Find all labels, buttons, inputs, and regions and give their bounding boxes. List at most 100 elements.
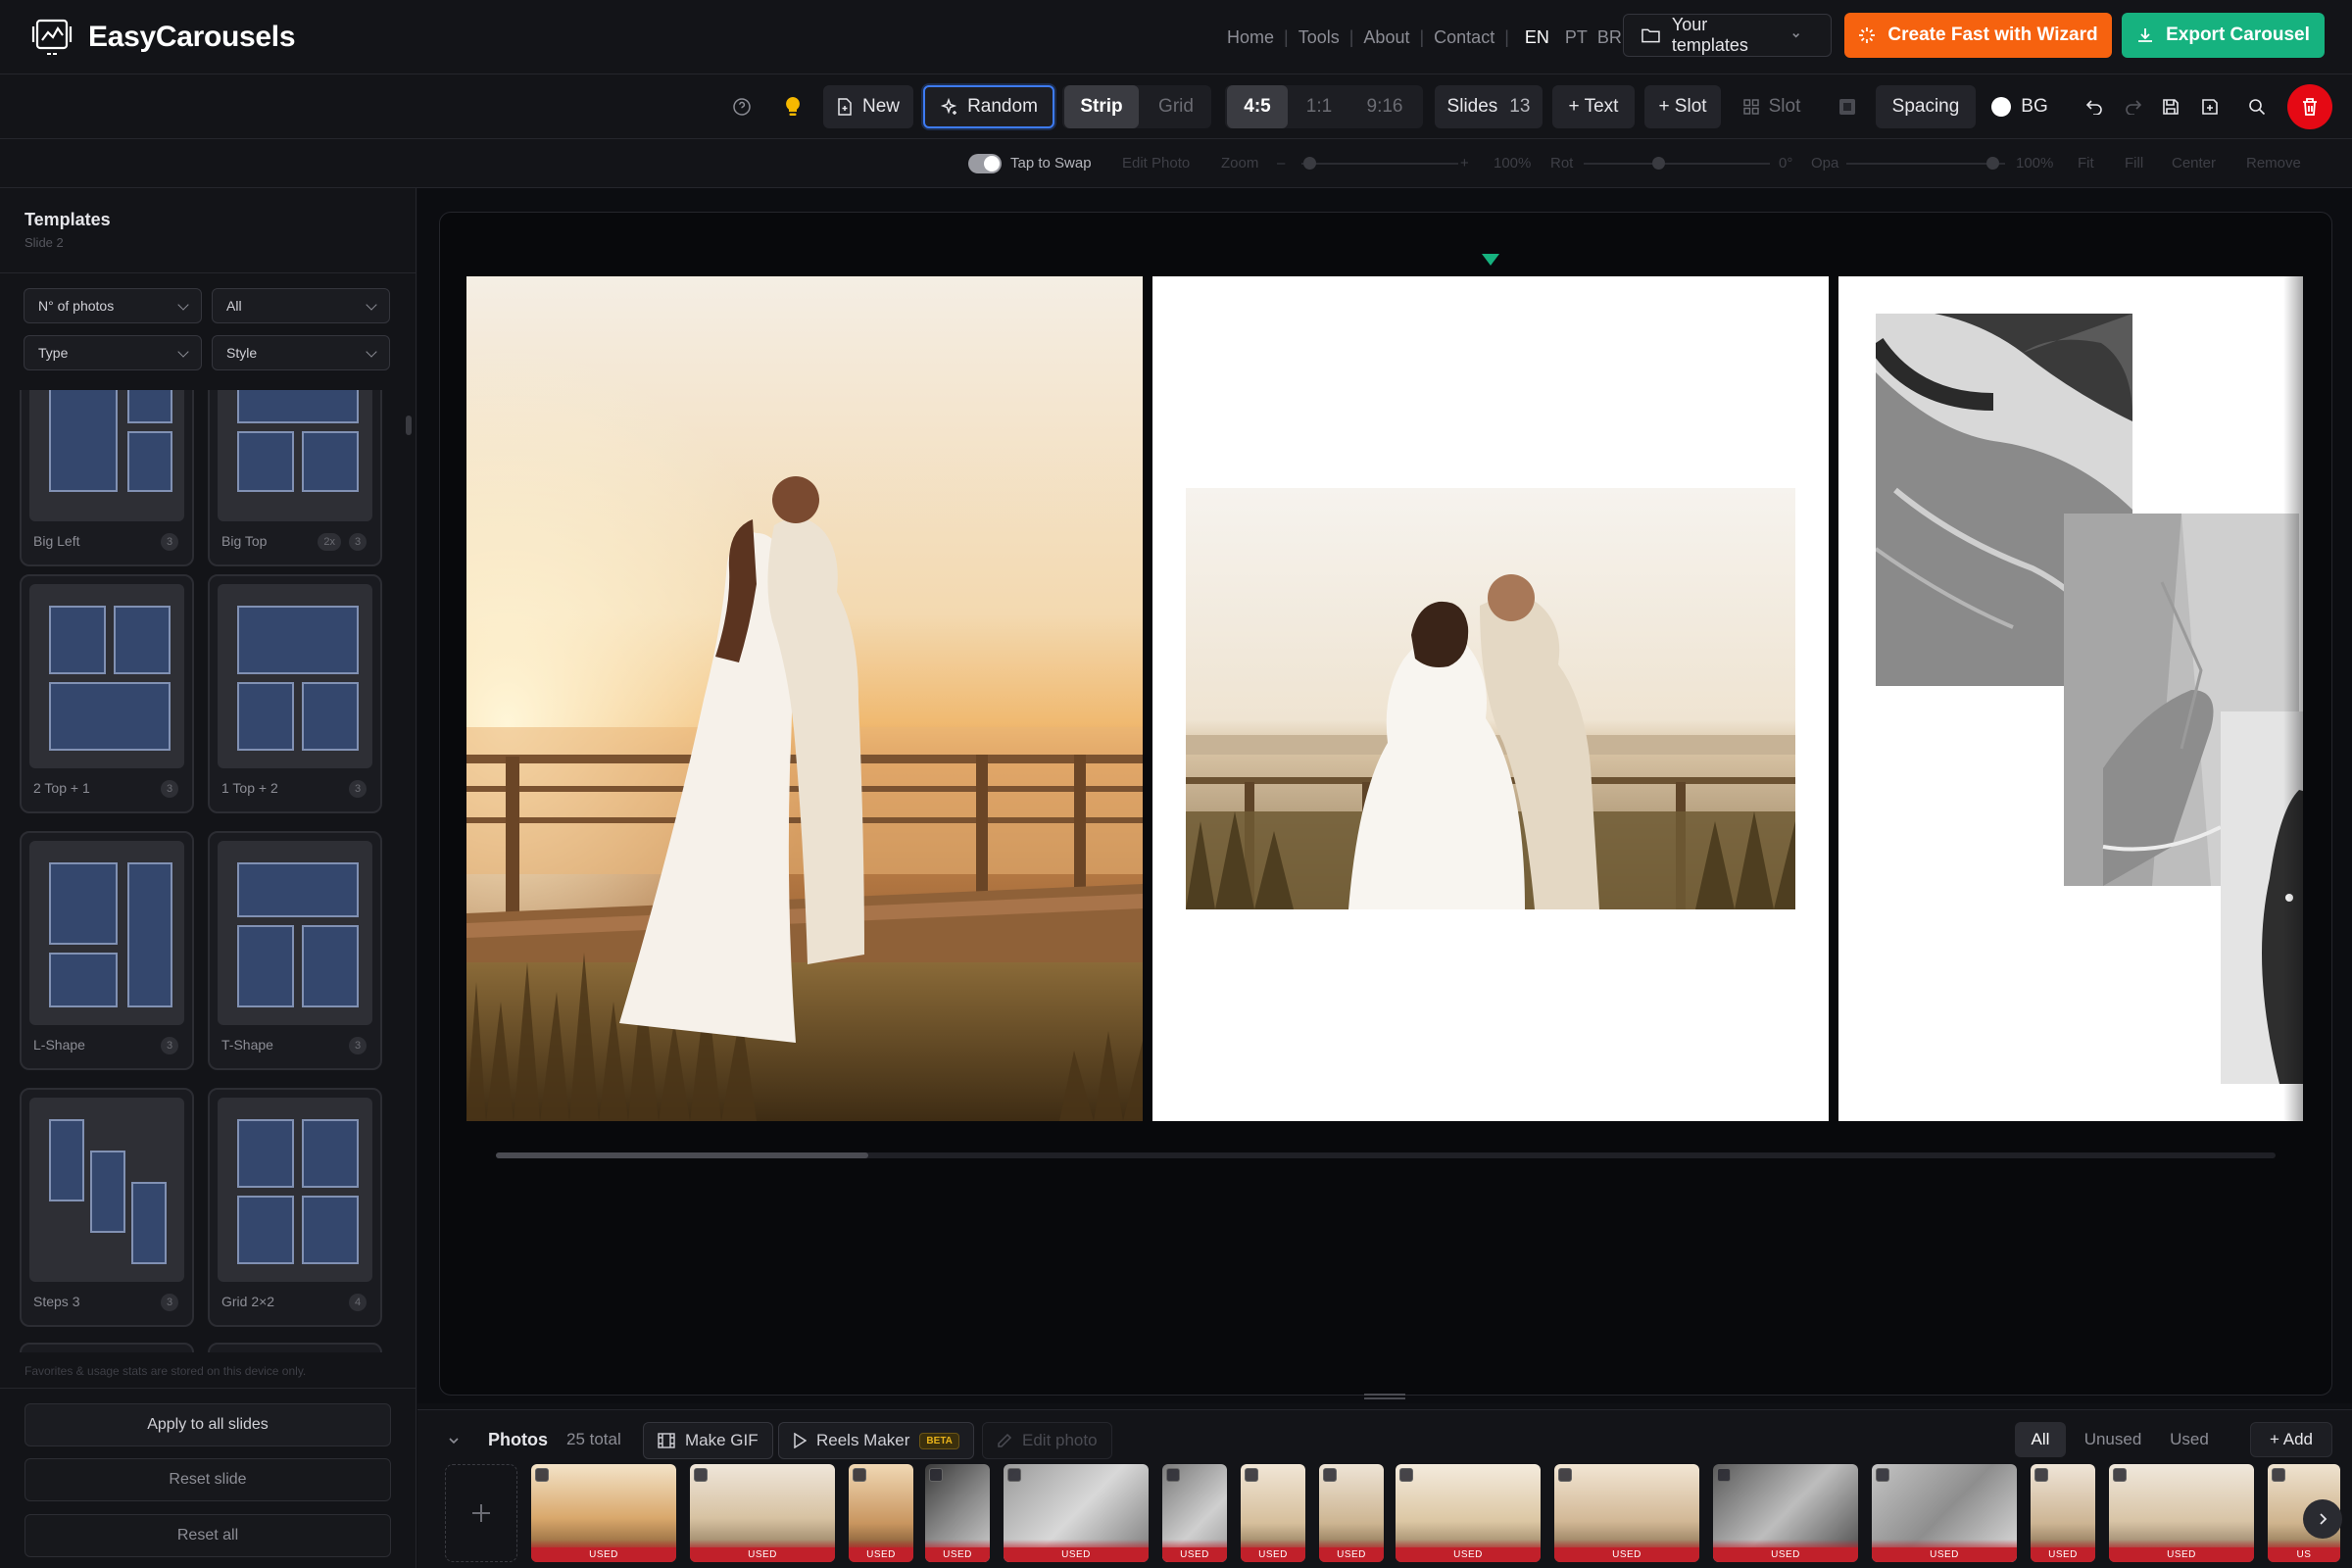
photo-thumbnail[interactable]: USED bbox=[849, 1464, 913, 1562]
template-big-top[interactable]: Big Top 2x 3 bbox=[208, 390, 382, 566]
zoom-minus-button[interactable]: – bbox=[1277, 155, 1285, 172]
opacity-slider-handle[interactable] bbox=[1986, 157, 1999, 170]
help-button[interactable] bbox=[725, 85, 759, 128]
zoom-slider-track[interactable] bbox=[1301, 163, 1458, 165]
edit-photo-control[interactable]: Edit Photo bbox=[1122, 155, 1190, 172]
tips-button[interactable] bbox=[776, 85, 809, 128]
photo-thumbnail[interactable]: USED bbox=[531, 1464, 676, 1562]
template-2-top-1[interactable]: 2 Top + 1 3 bbox=[20, 574, 194, 813]
template-grid-2x2[interactable]: Grid 2×2 4 bbox=[208, 1088, 382, 1327]
filter-all[interactable]: All bbox=[2015, 1422, 2066, 1457]
logo[interactable]: EasyCarousels bbox=[31, 17, 296, 58]
rotation-slider-track[interactable] bbox=[1584, 163, 1770, 165]
make-gif-button[interactable]: Make GIF bbox=[643, 1422, 773, 1459]
search-button[interactable] bbox=[2240, 85, 2274, 128]
carousel-scrollbar-thumb[interactable] bbox=[496, 1152, 868, 1158]
chevron-down-icon bbox=[1791, 33, 1799, 38]
nav-contact[interactable]: Contact bbox=[1434, 27, 1494, 48]
template-1-top-2[interactable]: 1 Top + 2 3 bbox=[208, 574, 382, 813]
center-button[interactable]: Center bbox=[2172, 155, 2216, 172]
add-text-button[interactable]: + Text bbox=[1552, 85, 1635, 128]
type-select[interactable]: Type bbox=[24, 335, 202, 370]
collapse-chevron-icon[interactable] bbox=[447, 1434, 461, 1447]
panel-resize-handle[interactable] bbox=[1364, 1394, 1405, 1399]
photo-thumbnail[interactable]: USED bbox=[2109, 1464, 2254, 1562]
add-photos-button[interactable]: + Add bbox=[2250, 1422, 2332, 1457]
template-l-shape[interactable]: L-Shape 3 bbox=[20, 831, 194, 1070]
new-button[interactable]: New bbox=[823, 85, 913, 128]
lang-br[interactable]: BR bbox=[1597, 27, 1622, 48]
nav-about[interactable]: About bbox=[1363, 27, 1409, 48]
edit-photo-button[interactable]: Edit photo bbox=[982, 1422, 1112, 1459]
photo-thumbnail[interactable]: USED bbox=[1872, 1464, 2017, 1562]
ratio-9-16[interactable]: 9:16 bbox=[1350, 85, 1419, 128]
photos-count-select[interactable]: N° of photos bbox=[24, 288, 202, 323]
save-button[interactable] bbox=[2154, 85, 2187, 128]
photo-thumbnail[interactable]: USED bbox=[1241, 1464, 1305, 1562]
template-more[interactable] bbox=[20, 1343, 194, 1352]
reset-slide-button[interactable]: Reset slide bbox=[24, 1458, 391, 1501]
photo-thumbnail[interactable]: USED bbox=[1713, 1464, 1858, 1562]
slide-1[interactable] bbox=[466, 276, 1143, 1121]
nav-home[interactable]: Home bbox=[1227, 27, 1274, 48]
template-t-shape[interactable]: T-Shape 3 bbox=[208, 831, 382, 1070]
all-filter-select[interactable]: All bbox=[212, 288, 390, 323]
template-big-left[interactable]: Big Left 3 bbox=[20, 390, 194, 566]
photo-couple-sunset[interactable] bbox=[466, 276, 1143, 1121]
undo-button[interactable] bbox=[2078, 85, 2111, 128]
rotation-slider-handle[interactable] bbox=[1652, 157, 1665, 170]
tap-to-swap-toggle[interactable] bbox=[968, 154, 1002, 173]
apply-all-slides-button[interactable]: Apply to all slides bbox=[24, 1403, 391, 1446]
reset-all-button[interactable]: Reset all bbox=[24, 1514, 391, 1557]
photo-thumbnail[interactable]: USED bbox=[690, 1464, 835, 1562]
thumbnails-next-button[interactable] bbox=[2303, 1499, 2342, 1539]
ratio-1-1[interactable]: 1:1 bbox=[1292, 85, 1347, 128]
opacity-value: 100% bbox=[2016, 155, 2054, 172]
reels-maker-button[interactable]: Reels Maker BETA bbox=[778, 1422, 974, 1459]
style-select[interactable]: Style bbox=[212, 335, 390, 370]
lang-pt[interactable]: PT bbox=[1565, 27, 1588, 48]
export-carousel-button[interactable]: Export Carousel bbox=[2122, 13, 2325, 58]
add-slot-button[interactable]: + Slot bbox=[1644, 85, 1721, 128]
photo-thumbnail[interactable]: USED bbox=[1162, 1464, 1227, 1562]
photo-thumbnail[interactable]: USED bbox=[1004, 1464, 1149, 1562]
photo-controls-bar: Tap to Swap Edit Photo Zoom – + 100% Rot… bbox=[0, 139, 2352, 188]
sidebar-scrollbar[interactable] bbox=[406, 416, 412, 435]
delete-slide-button[interactable] bbox=[2287, 84, 2332, 129]
frame-button[interactable] bbox=[1831, 85, 1864, 128]
filter-used[interactable]: Used bbox=[2160, 1422, 2219, 1457]
fill-button[interactable]: Fill bbox=[2125, 155, 2143, 172]
slide-3[interactable] bbox=[1838, 276, 2303, 1121]
template-more[interactable] bbox=[208, 1343, 382, 1352]
photo-thumbnail[interactable]: USED bbox=[2031, 1464, 2095, 1562]
photo-thumbnail[interactable]: USED bbox=[925, 1464, 990, 1562]
view-strip[interactable]: Strip bbox=[1064, 85, 1139, 128]
redo-button[interactable] bbox=[2117, 85, 2150, 128]
photo-thumbnail[interactable]: USED bbox=[1319, 1464, 1384, 1562]
photo-couple-embrace[interactable] bbox=[1186, 488, 1795, 909]
slide-2[interactable] bbox=[1152, 276, 1829, 1121]
opacity-slider-track[interactable] bbox=[1846, 163, 2005, 165]
zoom-plus-button[interactable]: + bbox=[1460, 155, 1469, 172]
bg-label: BG bbox=[2021, 96, 2048, 117]
save-as-button[interactable] bbox=[2193, 85, 2227, 128]
remove-button[interactable]: Remove bbox=[2246, 155, 2301, 172]
photo-thumbnail[interactable]: USED bbox=[1554, 1464, 1699, 1562]
ratio-4-5[interactable]: 4:5 bbox=[1227, 85, 1288, 128]
spacing-button[interactable]: Spacing bbox=[1876, 85, 1976, 128]
template-steps-3[interactable]: Steps 3 3 bbox=[20, 1088, 194, 1327]
add-photo-tile[interactable] bbox=[445, 1464, 517, 1562]
lang-en[interactable]: EN bbox=[1525, 27, 1549, 48]
nav-tools[interactable]: Tools bbox=[1298, 27, 1340, 48]
create-wizard-button[interactable]: Create Fast with Wizard bbox=[1844, 13, 2112, 58]
bg-color-button[interactable]: BG bbox=[1985, 85, 2054, 128]
photo-thumbnail[interactable]: USED bbox=[1396, 1464, 1541, 1562]
zoom-slider-handle[interactable] bbox=[1303, 157, 1316, 170]
slides-count[interactable]: Slides 13 bbox=[1435, 85, 1543, 128]
filter-unused[interactable]: Unused bbox=[2076, 1422, 2150, 1457]
slot-layout-button[interactable]: Slot bbox=[1733, 85, 1811, 128]
random-button[interactable]: Random bbox=[923, 85, 1054, 128]
view-grid[interactable]: Grid bbox=[1143, 85, 1209, 128]
your-templates-button[interactable]: Your templates bbox=[1623, 14, 1832, 57]
fit-button[interactable]: Fit bbox=[2078, 155, 2094, 172]
